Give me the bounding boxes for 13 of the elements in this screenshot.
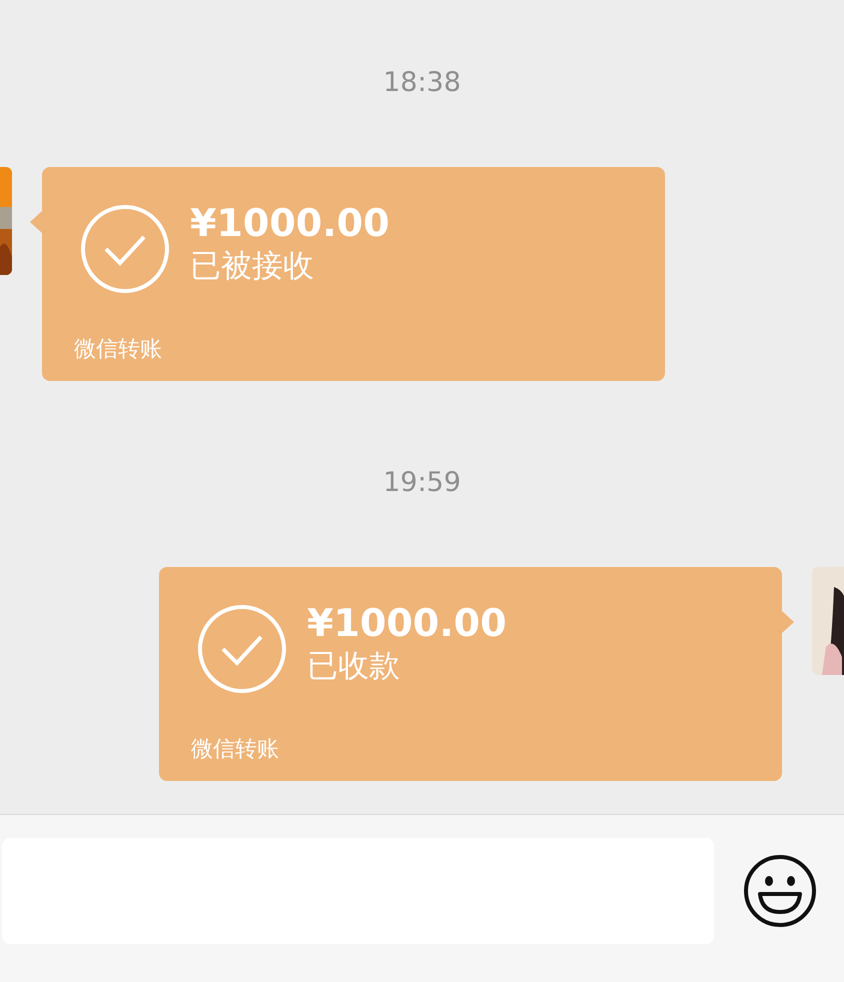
check-circle-icon xyxy=(80,204,170,294)
transfer-status: 已收款 xyxy=(307,647,401,686)
timestamp: 19:59 xyxy=(383,466,461,500)
transfer-label: 微信转账 xyxy=(74,336,162,364)
transfer-bubble[interactable]: ¥1000.00 已被接收 微信转账 xyxy=(42,167,665,381)
transfer-label: 微信转账 xyxy=(191,736,279,764)
check-circle-icon xyxy=(197,604,287,694)
timestamp: 18:38 xyxy=(383,66,461,100)
transfer-bubble[interactable]: ¥1000.00 已收款 微信转账 xyxy=(159,567,782,781)
emoji-icon[interactable] xyxy=(743,854,817,928)
transfer-status: 已被接收 xyxy=(190,247,315,286)
transfer-amount: ¥1000.00 xyxy=(190,200,390,246)
transfer-amount: ¥1000.00 xyxy=(307,600,507,646)
